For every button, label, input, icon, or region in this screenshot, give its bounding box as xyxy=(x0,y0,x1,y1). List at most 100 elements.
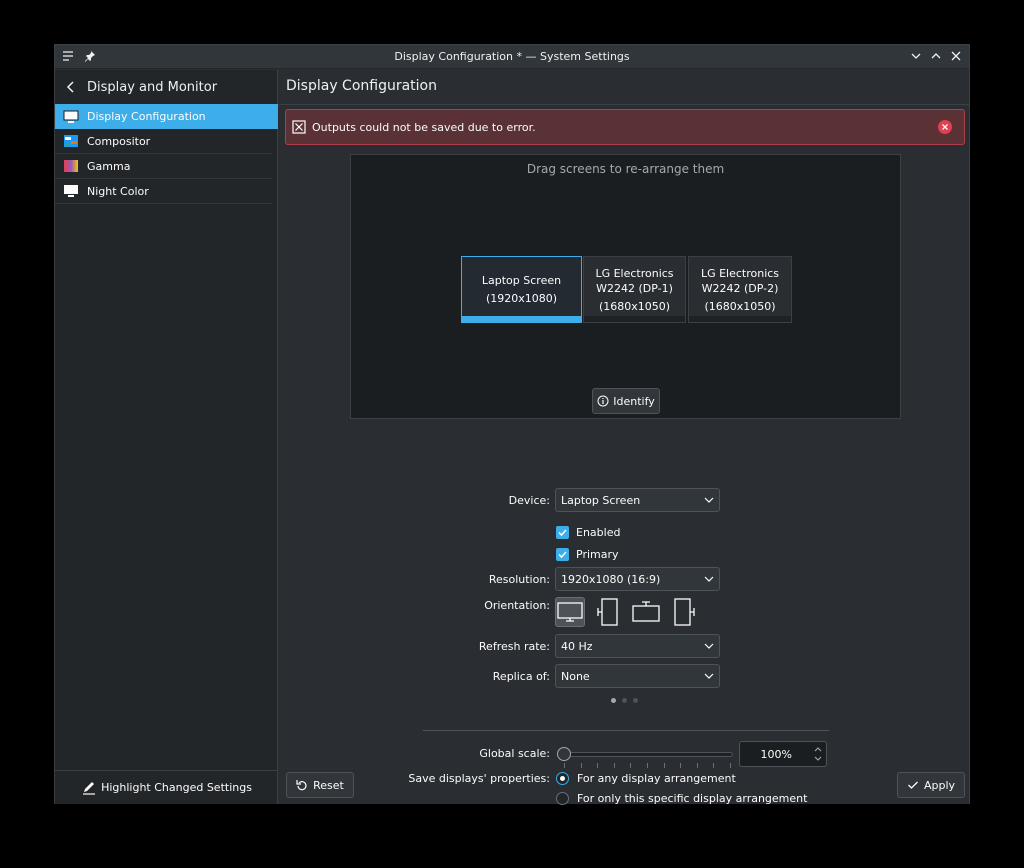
monitor-icon xyxy=(63,110,79,124)
sidebar-header[interactable]: Display and Monitor xyxy=(55,70,278,104)
section-divider xyxy=(423,730,829,731)
device-value: Laptop Screen xyxy=(561,493,641,507)
global-scale-value: 100% xyxy=(760,747,792,761)
orientation-buttons xyxy=(555,597,699,627)
enabled-label: Enabled xyxy=(576,526,621,539)
chevron-down-icon xyxy=(704,497,714,503)
reset-button[interactable]: Reset xyxy=(286,772,354,798)
page-dot[interactable] xyxy=(633,698,638,703)
sidebar-item-label: Compositor xyxy=(87,134,151,148)
arrangement-hint: Drag screens to re-arrange them xyxy=(526,162,725,176)
global-scale-slider[interactable] xyxy=(557,746,733,768)
highlight-changed-settings-label: Highlight Changed Settings xyxy=(101,781,252,794)
screen-bar xyxy=(689,316,791,322)
system-settings-window: Display Configuration * — System Setting… xyxy=(54,44,970,805)
checkmark-icon xyxy=(556,548,569,561)
page-dot[interactable] xyxy=(611,698,616,703)
sidebar: Display and Monitor Display Configuratio… xyxy=(55,70,278,804)
screen-resolution: (1920x1080) xyxy=(485,292,558,305)
window-title: Display Configuration * — System Setting… xyxy=(394,50,630,63)
chevron-down-icon xyxy=(704,643,714,649)
close-error-icon[interactable] xyxy=(938,120,952,134)
maximize-button[interactable] xyxy=(929,49,943,63)
radio-unselected xyxy=(556,792,569,805)
device-label: Device: xyxy=(508,494,550,507)
page-title: Display Configuration xyxy=(286,78,437,94)
primary-checkbox[interactable]: Primary xyxy=(556,548,619,561)
title-divider xyxy=(279,104,969,105)
sidebar-item-display-configuration[interactable]: Display Configuration xyxy=(55,104,278,129)
main-panel: Display Configuration Outputs could not … xyxy=(279,70,969,805)
sidebar-item-compositor[interactable]: Compositor xyxy=(55,129,272,154)
checkmark-icon xyxy=(556,526,569,539)
sidebar-header-title: Display and Monitor xyxy=(87,79,218,95)
orientation-portrait-left-button[interactable] xyxy=(593,597,623,627)
night-color-icon xyxy=(63,184,79,198)
radio-specific-label: For only this specific display arrangeme… xyxy=(577,792,808,805)
screen-bar xyxy=(584,316,685,322)
portrait-right-monitor-icon xyxy=(674,598,695,626)
gamma-icon xyxy=(63,159,79,173)
orientation-portrait-right-button[interactable] xyxy=(669,597,699,627)
radio-any-arrangement[interactable]: For any display arrangement xyxy=(556,772,736,785)
landscape-monitor-icon xyxy=(557,602,583,622)
orientation-landscape-button[interactable] xyxy=(555,597,585,627)
screen-name: LG Electronics W2242 (DP-1) xyxy=(595,266,674,295)
sidebar-item-gamma[interactable]: Gamma xyxy=(55,154,272,179)
refresh-rate-label: Refresh rate: xyxy=(478,640,550,653)
title-bar[interactable]: Display Configuration * — System Setting… xyxy=(55,45,969,69)
refresh-rate-select[interactable]: 40 Hz xyxy=(555,634,720,658)
page-dot[interactable] xyxy=(622,698,627,703)
screen-name: LG Electronics W2242 (DP-2) xyxy=(700,266,780,295)
pencil-icon xyxy=(81,780,97,796)
screen-name: Laptop Screen xyxy=(481,274,562,287)
resolution-label: Resolution: xyxy=(488,573,550,586)
screen-dp2[interactable]: LG Electronics W2242 (DP-2) (1680x1050) xyxy=(688,256,792,323)
screen-arrangement-area[interactable]: Drag screens to re-arrange them Laptop S… xyxy=(350,154,901,419)
screen-resolution: (1680x1050) xyxy=(704,299,776,313)
orientation-inverted-button[interactable] xyxy=(631,597,661,627)
slider-ticks xyxy=(564,763,731,768)
replica-value: None xyxy=(561,669,590,683)
orientation-label: Orientation: xyxy=(484,599,550,612)
portrait-left-monitor-icon xyxy=(597,598,618,626)
slider-handle[interactable] xyxy=(557,747,571,761)
checkmark-icon xyxy=(908,781,918,789)
identify-label: Identify xyxy=(613,394,655,408)
back-arrow-icon[interactable] xyxy=(55,70,87,104)
compositor-icon xyxy=(63,134,79,148)
radio-any-label: For any display arrangement xyxy=(577,772,736,785)
screen-laptop[interactable]: Laptop Screen (1920x1080) xyxy=(461,256,582,323)
screen-dp1[interactable]: LG Electronics W2242 (DP-1) (1680x1050) xyxy=(583,256,686,323)
enabled-checkbox[interactable]: Enabled xyxy=(556,526,620,539)
replica-select[interactable]: None xyxy=(555,664,720,688)
chevron-down-icon xyxy=(704,576,714,582)
reset-label: Reset xyxy=(313,778,344,792)
save-properties-label: Save displays' properties: xyxy=(408,772,550,785)
error-banner: Outputs could not be saved due to error. xyxy=(285,109,965,145)
screen-selected-bar xyxy=(462,316,581,322)
identify-button[interactable]: Identify xyxy=(592,388,660,414)
sidebar-list: Display Configuration Compositor Gamma N… xyxy=(55,104,278,204)
sidebar-item-label: Gamma xyxy=(87,159,131,173)
screen-resolution: (1680x1050) xyxy=(598,299,671,313)
resolution-select[interactable]: 1920x1080 (16:9) xyxy=(555,567,720,591)
sidebar-item-night-color[interactable]: Night Color xyxy=(55,179,272,204)
sidebar-item-label: Night Color xyxy=(87,184,149,198)
device-select[interactable]: Laptop Screen xyxy=(555,488,720,512)
chevron-down-icon xyxy=(704,673,714,679)
error-message: Outputs could not be saved due to error. xyxy=(312,120,536,134)
resolution-value: 1920x1080 (16:9) xyxy=(561,572,661,586)
info-icon xyxy=(597,395,609,407)
global-scale-spinbox[interactable]: 100% xyxy=(739,741,827,767)
close-button[interactable] xyxy=(949,49,963,63)
radio-specific-arrangement[interactable]: For only this specific display arrangeme… xyxy=(556,792,807,805)
inverted-monitor-icon xyxy=(632,601,660,622)
radio-selected xyxy=(556,772,569,785)
slider-track xyxy=(563,752,733,757)
minimize-button[interactable] xyxy=(909,49,923,63)
highlight-changed-settings-button[interactable]: Highlight Changed Settings xyxy=(55,770,278,804)
spin-arrows-icon[interactable] xyxy=(813,744,823,764)
global-scale-label: Global scale: xyxy=(479,747,550,760)
apply-button[interactable]: Apply xyxy=(897,772,965,798)
